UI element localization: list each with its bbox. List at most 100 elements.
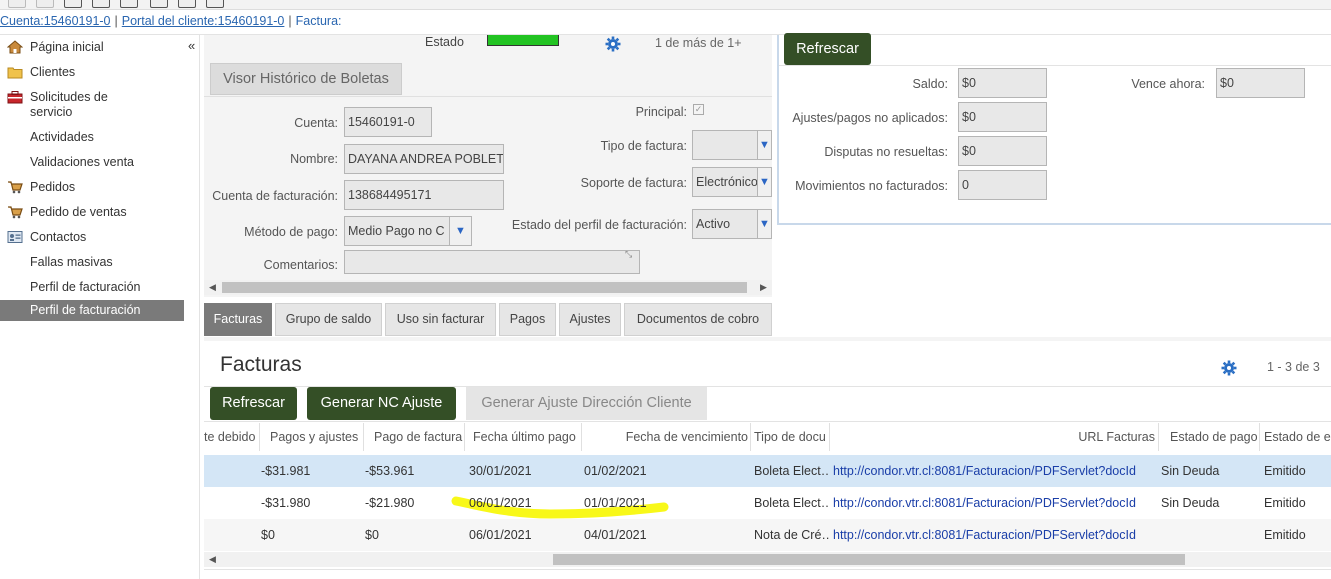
- table-row[interactable]: -$31.981 -$53.961 30/01/2021 01/02/2021 …: [204, 455, 1331, 487]
- metodo-pago-select[interactable]: Medio Pago no C ▼: [344, 216, 472, 246]
- comentarios-field[interactable]: [344, 250, 640, 274]
- scroll-left-icon[interactable]: ◀: [209, 282, 216, 293]
- cuenta-facturacion-field[interactable]: 138684495171: [344, 180, 504, 210]
- scroll-right-icon[interactable]: ▶: [760, 282, 767, 293]
- scrollbar-thumb[interactable]: [222, 282, 747, 293]
- cancel-icon[interactable]: [36, 0, 54, 8]
- table-row[interactable]: $0 $0 06/01/2021 04/01/2021 Nota de Cré……: [204, 519, 1331, 551]
- cell-fecha-vencimiento: 04/01/2021: [584, 528, 647, 542]
- sidebar-item-label: Pedido de ventas: [30, 205, 127, 219]
- summary-refresh-button[interactable]: Refrescar: [784, 33, 871, 65]
- chevron-down-icon[interactable]: ▼: [449, 217, 471, 245]
- chevron-down-icon[interactable]: ▼: [757, 210, 771, 238]
- tab-pagos[interactable]: Pagos: [499, 303, 556, 336]
- sidebar-item-pedido-ventas[interactable]: Pedido de ventas: [0, 205, 184, 221]
- column-header-pago-factura[interactable]: Pago de factura: [365, 423, 465, 451]
- cell-estado-pago: Sin Deuda: [1161, 496, 1220, 510]
- cart-icon: [8, 181, 23, 194]
- record-pager: 1 de más de 1+: [655, 36, 742, 50]
- saldo-field[interactable]: $0: [958, 68, 1047, 98]
- sidebar-item-actividades[interactable]: Actividades: [0, 130, 184, 146]
- tab-facturas[interactable]: Facturas: [204, 303, 272, 336]
- generar-ajuste-direccion-button[interactable]: Generar Ajuste Dirección Cliente: [466, 387, 707, 420]
- principal-checkbox[interactable]: ✓: [693, 104, 704, 115]
- cell-pagos-ajustes: -$31.980: [261, 496, 311, 510]
- metodo-pago-value: Medio Pago no C: [348, 224, 445, 238]
- cell-url-factura-link[interactable]: http://condor.vtr.cl:8081/Facturacion/PD…: [833, 519, 1159, 551]
- cell-pagos-ajustes: -$31.981: [261, 464, 311, 478]
- soporte-factura-select[interactable]: Electrónico ▼: [692, 167, 772, 197]
- breadcrumb-portal-link[interactable]: Portal del cliente:15460191-0: [122, 14, 285, 28]
- gear-icon[interactable]: [1221, 360, 1237, 376]
- nombre-field[interactable]: DAYANA ANDREA POBLETE: [344, 144, 504, 174]
- table-row[interactable]: -$31.980 -$21.980 06/01/2021 01/01/2021 …: [204, 487, 1331, 519]
- tab-documentos-cobro[interactable]: Documentos de cobro: [624, 303, 772, 336]
- ajustes-field[interactable]: $0: [958, 102, 1047, 132]
- search-icon[interactable]: [8, 0, 26, 8]
- tipo-factura-select[interactable]: ▼: [692, 130, 772, 160]
- column-header-tipo-documento[interactable]: Tipo de docu: [752, 423, 830, 451]
- sidebar-item-label: Fallas masivas: [30, 255, 113, 269]
- cell-fecha-ultimo-pago: 06/01/2021: [469, 496, 532, 510]
- cuenta-field[interactable]: 15460191-0: [344, 107, 432, 137]
- sidebar-item-perfil-facturacion-active[interactable]: Perfil de facturación: [0, 300, 184, 321]
- chevron-down-icon[interactable]: ▼: [757, 131, 771, 159]
- column-header-url-facturas[interactable]: URL Facturas: [831, 423, 1159, 451]
- saldo-label: Saldo:: [912, 77, 948, 91]
- disputas-field[interactable]: $0: [958, 136, 1047, 166]
- list-icon[interactable]: [150, 0, 168, 8]
- movimientos-field[interactable]: 0: [958, 170, 1047, 200]
- estado-perfil-select[interactable]: Activo ▼: [692, 209, 772, 239]
- sidebar-item-pagina-inicial[interactable]: Página inicial: [0, 40, 184, 56]
- document-icon[interactable]: [178, 0, 196, 8]
- tab-grupo-saldo[interactable]: Grupo de saldo: [275, 303, 382, 336]
- cut-icon[interactable]: [120, 0, 138, 8]
- chevron-down-icon[interactable]: ▼: [757, 168, 771, 196]
- sidebar-item-perfil-facturacion[interactable]: Perfil de facturación: [0, 280, 184, 296]
- scrollbar-thumb[interactable]: [553, 554, 1185, 565]
- facturas-refresh-button[interactable]: Refrescar: [210, 387, 297, 420]
- column-header-fecha-vencimiento[interactable]: Fecha de vencimiento: [583, 423, 751, 451]
- collapse-sidebar-button[interactable]: «: [188, 38, 195, 53]
- estado-perfil-value: Activo: [696, 217, 731, 231]
- divider: [204, 96, 772, 97]
- breadcrumb: Cuenta:15460191-0 | Portal del cliente:154…: [0, 14, 342, 28]
- generar-nc-ajuste-button[interactable]: Generar NC Ajuste: [307, 387, 456, 420]
- tab-uso-sin-facturar[interactable]: Uso sin facturar: [385, 303, 496, 336]
- sidebar-item-label: Validaciones venta: [30, 155, 135, 169]
- sidebar-item-clientes[interactable]: Clientes: [0, 65, 184, 81]
- visor-historico-button[interactable]: Visor Histórico de Boletas: [210, 63, 402, 95]
- sidebar-item-contactos[interactable]: Contactos: [0, 230, 184, 246]
- cell-tipo-documento: Nota de Cré…: [754, 528, 830, 542]
- column-header-estado-emision[interactable]: Estado de e: [1261, 423, 1331, 451]
- column-header-estado-pago[interactable]: Estado de pago: [1160, 423, 1260, 451]
- column-header-total-debido[interactable]: te debido: [204, 423, 260, 451]
- cell-fecha-vencimiento: 01/01/2021: [584, 496, 647, 510]
- divider: [779, 65, 1331, 66]
- gear-icon[interactable]: [605, 36, 621, 52]
- column-header-fecha-ultimo-pago[interactable]: Fecha último pago: [466, 423, 582, 451]
- divider: [204, 337, 1331, 341]
- contact-card-icon: [7, 231, 23, 243]
- sidebar-item-solicitudes[interactable]: Solicitudes de servicio: [0, 90, 184, 122]
- report-icon[interactable]: [206, 0, 224, 8]
- comentarios-label: Comentarios:: [263, 258, 338, 272]
- cell-pago-factura: $0: [365, 528, 379, 542]
- cell-url-factura-link[interactable]: http://condor.vtr.cl:8081/Facturacion/PD…: [833, 487, 1159, 519]
- breadcrumb-current: Factura:: [295, 14, 342, 28]
- copy-icon[interactable]: [92, 0, 110, 8]
- column-header-pagos-ajustes[interactable]: Pagos y ajustes: [261, 423, 364, 451]
- scroll-left-icon[interactable]: ◀: [209, 554, 216, 565]
- sidebar-item-validaciones[interactable]: Validaciones venta: [0, 155, 184, 171]
- vence-ahora-field[interactable]: $0: [1216, 68, 1305, 98]
- tab-ajustes[interactable]: Ajustes: [559, 303, 621, 336]
- cell-url-factura-link[interactable]: http://condor.vtr.cl:8081/Facturacion/PD…: [833, 455, 1159, 487]
- save-icon[interactable]: [64, 0, 82, 8]
- sidebar-item-label: Perfil de facturación: [30, 303, 141, 317]
- resize-handle-icon[interactable]: ⤡: [625, 249, 632, 260]
- breadcrumb-account-link[interactable]: Cuenta:15460191-0: [0, 14, 111, 28]
- sidebar-item-fallas-masivas[interactable]: Fallas masivas: [0, 255, 184, 271]
- sidebar-item-label: Página inicial: [30, 40, 104, 54]
- divider: [204, 421, 1331, 422]
- sidebar-item-pedidos[interactable]: Pedidos: [0, 180, 184, 196]
